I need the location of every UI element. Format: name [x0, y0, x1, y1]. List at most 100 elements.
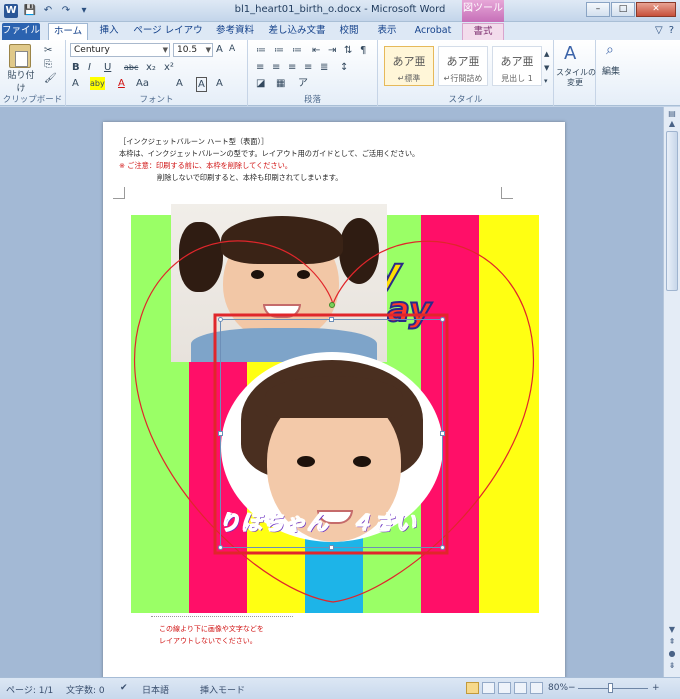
tab-references[interactable]: 参考資料 [212, 23, 258, 40]
line-spacing-icon[interactable]: ↕ [340, 61, 348, 74]
zoom-level[interactable]: 80% [548, 683, 568, 693]
document-page[interactable]: ［インクジェットバルーン ハート型（表面）］ 本枠は、インクジェットバルーンの型… [103, 122, 565, 677]
highlight-icon[interactable]: aby [90, 77, 105, 90]
paragraph-group-label: 段落 [303, 95, 321, 105]
help-icon[interactable]: ? [669, 25, 674, 36]
browse-object-icon[interactable]: ● [666, 649, 678, 659]
subscript-button[interactable]: x₂ [146, 61, 156, 74]
show-marks-icon[interactable]: ¶ [360, 44, 366, 57]
tab-home[interactable]: ホーム [48, 23, 88, 40]
bullets-icon[interactable]: ≔ [256, 44, 266, 57]
resize-handle[interactable] [440, 431, 445, 436]
shading-icon[interactable]: ◪ [256, 77, 265, 90]
increase-indent-icon[interactable]: ⇥ [328, 44, 336, 57]
styles-scroll-down-icon[interactable]: ▼ [544, 62, 549, 75]
align-right-icon[interactable]: ≡ [288, 61, 296, 74]
char-shading-icon[interactable]: A [176, 77, 183, 90]
tab-view[interactable]: 表示 [372, 23, 402, 40]
change-case-icon[interactable]: Aa [136, 77, 149, 90]
styles-more-icon[interactable]: ▾ [544, 75, 548, 88]
close-button[interactable]: ✕ [636, 2, 676, 17]
style-normal[interactable]: あア亜 ↵標準 [384, 46, 434, 86]
web-layout-view-button[interactable] [498, 682, 511, 694]
underline-button[interactable]: U [104, 61, 111, 74]
format-painter-icon[interactable]: 🖌 [44, 72, 57, 85]
multilevel-list-icon[interactable]: ≔ [292, 44, 302, 57]
tab-mailings[interactable]: 差し込み文書 [264, 23, 330, 40]
copy-icon[interactable]: ⎘ [44, 58, 52, 71]
zoom-in-button[interactable]: + [652, 683, 660, 693]
insert-mode-indicator[interactable]: 挿入モード [200, 683, 245, 696]
numbering-icon[interactable]: ≔ [274, 44, 284, 57]
zoom-slider-track[interactable] [578, 688, 648, 689]
language-indicator[interactable]: 日本語 [142, 683, 169, 696]
superscript-button[interactable]: x² [164, 61, 174, 74]
asian-layout-icon[interactable]: ア [298, 77, 308, 90]
minimize-ribbon-icon[interactable]: ▽ [655, 25, 663, 36]
prev-page-icon[interactable]: ⇞ [666, 637, 678, 647]
resize-handle[interactable] [329, 545, 334, 550]
maximize-button[interactable]: □ [611, 2, 635, 17]
tab-page-layout[interactable]: ページ レイアウト [130, 23, 206, 52]
enclose-chars-icon[interactable]: A [216, 77, 223, 90]
justify-icon[interactable]: ≡ [304, 61, 312, 74]
tab-file[interactable]: ファイル [2, 23, 40, 40]
styles-scroll-up-icon[interactable]: ▲ [544, 48, 549, 61]
styles-group: あア亜 ↵標準 あア亜 ↵行間詰め あア亜 見出し 1 ▲ ▼ ▾ スタイル [378, 40, 554, 106]
tab-format[interactable]: 書式 [462, 23, 504, 40]
ruler-toggle-icon[interactable]: ▤ [666, 109, 678, 119]
style-name: ↵行間詰め [443, 74, 483, 83]
print-layout-view-button[interactable] [466, 682, 479, 694]
change-styles-button[interactable]: スタイルの 変更 [556, 68, 596, 88]
tab-acrobat[interactable]: Acrobat [410, 23, 456, 40]
rotate-handle[interactable] [329, 302, 335, 308]
edit-button[interactable]: 編集 [602, 66, 620, 79]
vertical-scrollbar[interactable]: ▤ ▲ ▼ ⇞ ● ⇟ [663, 107, 680, 677]
paste-icon[interactable] [9, 44, 31, 68]
style-no-spacing[interactable]: あア亜 ↵行間詰め [438, 46, 488, 86]
font-color-icon[interactable]: A [118, 77, 125, 90]
resize-handle[interactable] [440, 317, 445, 322]
proofing-icon[interactable]: ✔ [120, 683, 128, 693]
shrink-font-icon[interactable]: A [229, 43, 235, 56]
grow-font-icon[interactable]: A [216, 43, 223, 56]
bold-button[interactable]: B [72, 61, 80, 74]
scroll-thumb[interactable] [666, 131, 678, 291]
tab-review[interactable]: 校閲 [334, 23, 364, 40]
window-title: bl1_heart01_birth_o.docx - Microsoft Wor… [234, 4, 446, 15]
strikethrough-button[interactable]: abc [124, 61, 138, 74]
change-styles-icon[interactable]: A [564, 44, 576, 64]
font-size-combo[interactable]: 10.5 ▼ [173, 43, 213, 57]
text-effects-icon[interactable]: A [72, 77, 79, 90]
resize-handle[interactable] [218, 317, 223, 322]
scroll-down-icon[interactable]: ▼ [666, 625, 678, 635]
font-name-combo[interactable]: Century ▼ [70, 43, 170, 57]
italic-button[interactable]: I [88, 61, 91, 74]
resize-handle[interactable] [329, 317, 334, 322]
scroll-up-icon[interactable]: ▲ [666, 119, 678, 129]
resize-handle[interactable] [218, 545, 223, 550]
style-sample: あア亜 [500, 55, 534, 68]
style-heading1[interactable]: あア亜 見出し 1 [492, 46, 542, 86]
align-center-icon[interactable]: ≡ [272, 61, 280, 74]
resize-handle[interactable] [218, 431, 223, 436]
tab-insert[interactable]: 挿入 [94, 23, 124, 40]
find-icon[interactable]: ⌕ [606, 43, 614, 57]
page-count[interactable]: ページ: 1/1 [6, 683, 53, 696]
draft-view-button[interactable] [530, 682, 543, 694]
minimize-button[interactable]: – [586, 2, 610, 17]
char-border-icon[interactable]: A [196, 77, 207, 92]
full-screen-view-button[interactable] [482, 682, 495, 694]
zoom-out-button[interactable]: − [568, 683, 576, 693]
next-page-icon[interactable]: ⇟ [666, 661, 678, 671]
sort-icon[interactable]: ⇅ [344, 44, 352, 57]
outline-view-button[interactable] [514, 682, 527, 694]
word-count[interactable]: 文字数: 0 [66, 683, 105, 696]
align-left-icon[interactable]: ≡ [256, 61, 264, 74]
borders-icon[interactable]: ▦ [276, 77, 285, 90]
resize-handle[interactable] [440, 545, 445, 550]
distributed-icon[interactable]: ≣ [320, 61, 328, 74]
cut-icon[interactable]: ✂ [44, 44, 52, 57]
decrease-indent-icon[interactable]: ⇤ [312, 44, 320, 57]
zoom-slider-thumb[interactable] [608, 683, 613, 693]
